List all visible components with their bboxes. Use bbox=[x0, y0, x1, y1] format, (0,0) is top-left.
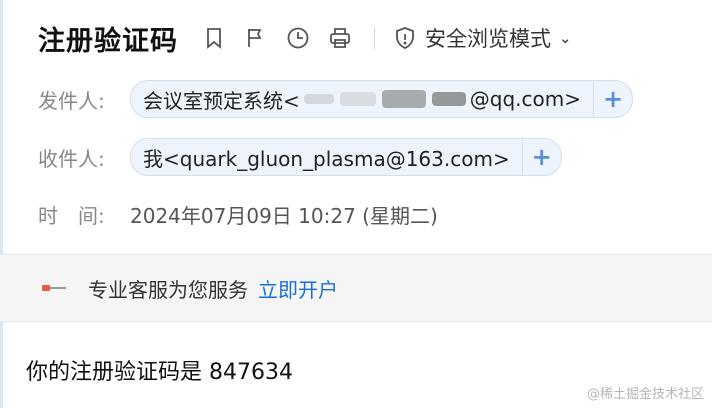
safe-browsing-mode-dropdown[interactable]: 安全浏览模式 ⌄ bbox=[393, 23, 572, 53]
sender-chip[interactable]: 会议室预定系统< @qq.com> + bbox=[130, 80, 633, 118]
mail-body-text: 你的注册验证码是 847634 bbox=[26, 360, 293, 385]
sender-email-suffix: @qq.com> bbox=[469, 87, 581, 111]
open-account-link[interactable]: 立即开户 bbox=[258, 274, 338, 303]
recipient-chip[interactable]: 我<quark_gluon_plasma@163.com> + bbox=[130, 138, 562, 176]
sender-name: 会议室预定系统< bbox=[143, 88, 300, 113]
recipient-row: 收件人: 我<quark_gluon_plasma@163.com> + bbox=[38, 138, 562, 176]
printer-icon[interactable] bbox=[326, 24, 354, 52]
sent-time: 2024年07月09日 10:27 (星期二) bbox=[130, 203, 438, 228]
add-contact-icon[interactable]: + bbox=[593, 81, 632, 117]
sender-row: 发件人: 会议室预定系统< @qq.com> + bbox=[38, 80, 633, 118]
left-frame-edge bbox=[0, 0, 3, 408]
shield-icon bbox=[396, 27, 414, 49]
recipient-address: 我<quark_gluon_plasma@163.com> bbox=[143, 146, 510, 171]
redacted-email-blur bbox=[300, 88, 470, 110]
flag-icon[interactable] bbox=[242, 24, 270, 52]
time-label: 时 间: bbox=[38, 203, 105, 228]
banner-text: 专业客服为您服务 bbox=[88, 277, 248, 302]
clock-icon[interactable] bbox=[284, 24, 312, 52]
add-contact-icon[interactable]: + bbox=[521, 139, 561, 175]
time-row: 时 间: 2024年07月09日 10:27 (星期二) bbox=[38, 196, 438, 232]
service-icon bbox=[42, 285, 66, 291]
sender-label: 发件人: bbox=[38, 88, 105, 113]
service-banner: 专业客服为您服务 立即开户 bbox=[0, 254, 712, 322]
toolbar-separator bbox=[374, 27, 375, 49]
bookmark-icon[interactable] bbox=[200, 24, 228, 52]
mail-header-toolbar: 注册验证码 安全浏览模式 ⌄ bbox=[38, 18, 572, 58]
mail-subject: 注册验证码 bbox=[38, 25, 178, 57]
watermark: @稀土掘金技术社区 bbox=[586, 387, 704, 402]
safe-browsing-mode-label: 安全浏览模式 bbox=[425, 27, 551, 51]
recipient-label: 收件人: bbox=[38, 146, 105, 171]
chevron-down-icon: ⌄ bbox=[559, 29, 572, 47]
